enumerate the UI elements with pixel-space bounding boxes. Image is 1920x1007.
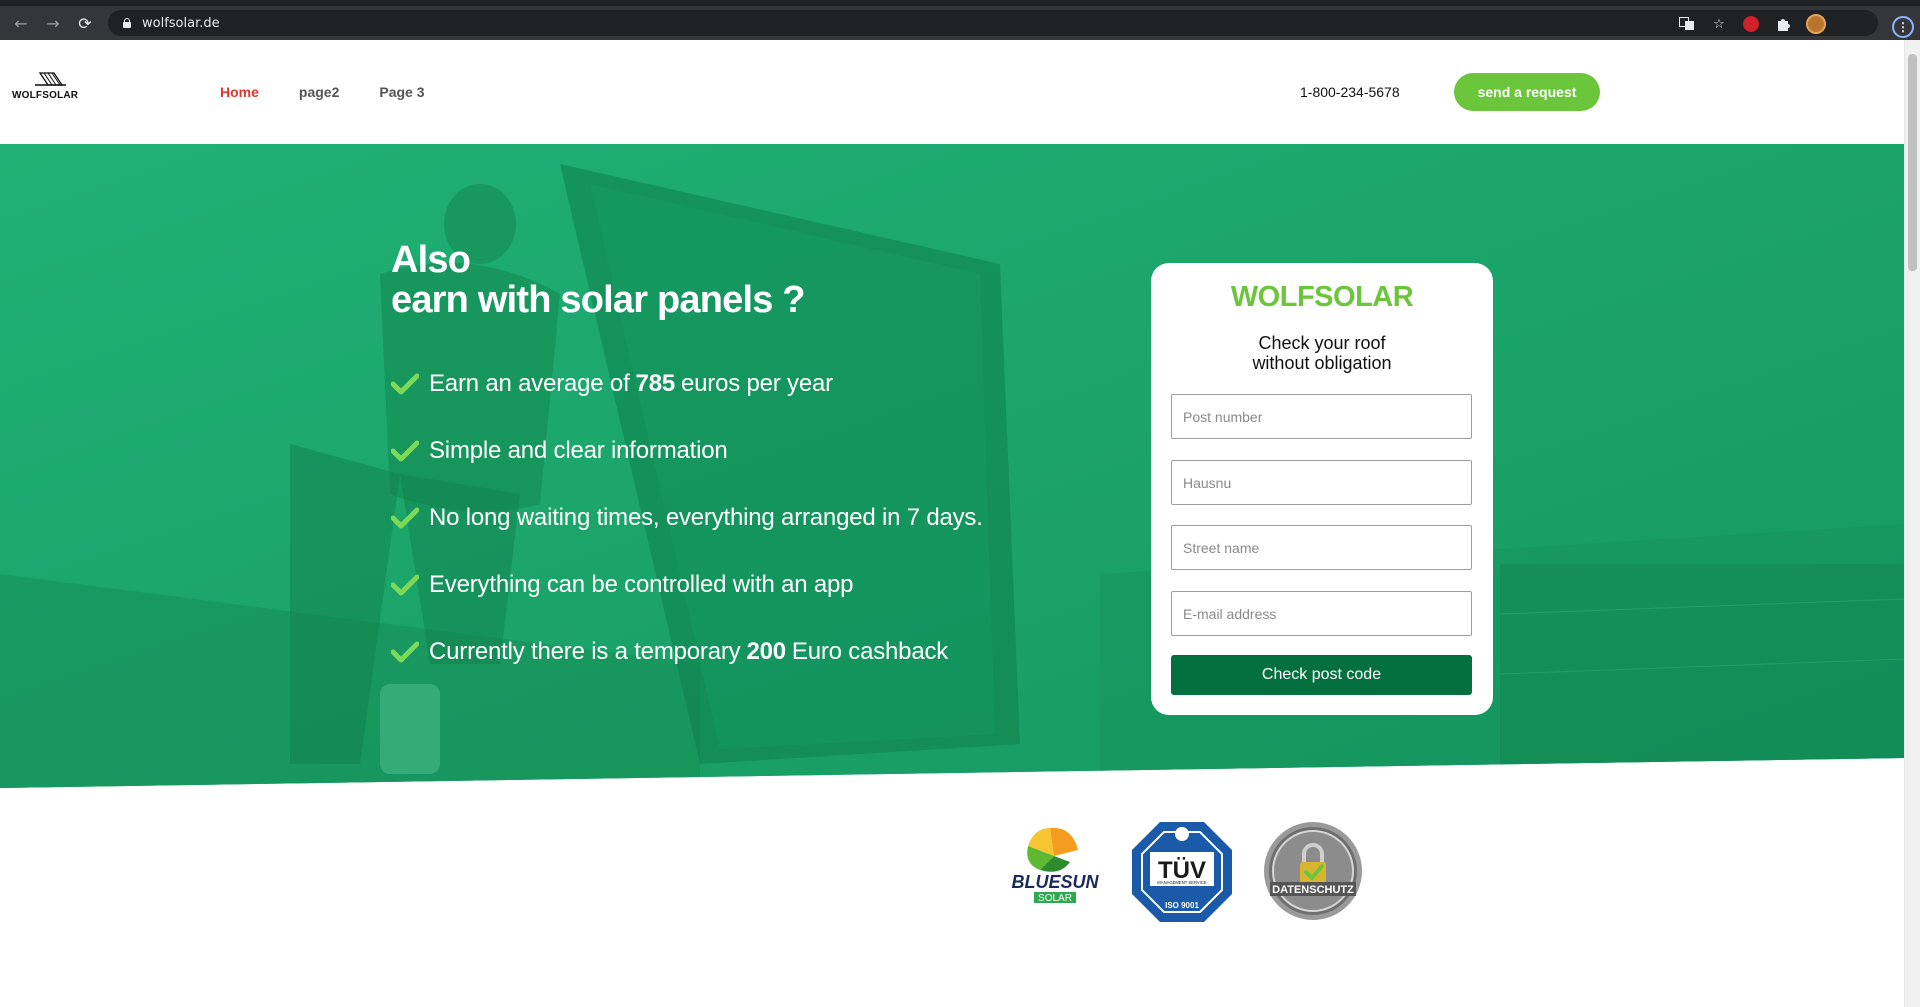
hero-title-line1: Also xyxy=(391,239,471,281)
profile-avatar[interactable] xyxy=(1806,14,1826,34)
feature-list: Earn an average of 785 euros per year Si… xyxy=(391,350,983,685)
hero-title-line2: earn with solar panels ? xyxy=(391,279,806,321)
feature-item: Currently there is a temporary 200 Euro … xyxy=(391,618,983,685)
form-subtitle-line2: without obligation xyxy=(1252,353,1392,373)
feature-text: Everything can be controlled with an app xyxy=(429,570,854,598)
feature-text: Simple and clear information xyxy=(429,436,728,464)
puzzle-icon[interactable] xyxy=(1774,15,1792,33)
feature-item: Earn an average of 785 euros per year xyxy=(391,350,983,417)
phone-number[interactable]: 1-800-234-5678 xyxy=(1300,84,1400,100)
checkmark-icon xyxy=(391,641,419,662)
back-arrow-icon[interactable]: ← xyxy=(10,12,32,34)
roof-check-form: WOLFSOLAR Check your roof without obliga… xyxy=(1151,263,1493,715)
feature-item: Everything can be controlled with an app xyxy=(391,551,983,618)
forward-arrow-icon[interactable]: → xyxy=(42,12,64,34)
scrollbar-thumb[interactable] xyxy=(1908,54,1917,271)
url-text[interactable]: wolfsolar.de xyxy=(142,16,220,31)
datenschutz-seal: DATENSCHUTZ xyxy=(1264,822,1362,920)
address-bar[interactable]: wolfsolar.de ☆ xyxy=(108,10,1878,36)
check-post-code-button[interactable]: Check post code xyxy=(1171,655,1472,695)
nav-home[interactable]: Home xyxy=(220,84,259,100)
page-scrollbar[interactable] xyxy=(1904,40,1920,1007)
logo-text: WOLFSOLAR xyxy=(12,90,79,101)
feature-highlight: 785 xyxy=(635,369,676,397)
feature-text: No long waiting times, everything arrang… xyxy=(429,503,983,531)
feature-text: Currently there is a temporary xyxy=(429,637,741,665)
reload-icon[interactable]: ⟳ xyxy=(74,12,96,34)
extension-icon[interactable] xyxy=(1742,15,1760,33)
translate-icon[interactable] xyxy=(1678,15,1696,33)
checkmark-icon xyxy=(391,574,419,595)
feature-text-suffix: euros per year xyxy=(681,369,833,397)
checkmark-icon xyxy=(391,373,419,394)
site-header: WOLFSOLAR Home page2 Page 3 1-800-234-56… xyxy=(0,40,1904,144)
web-page: WOLFSOLAR Home page2 Page 3 1-800-234-56… xyxy=(0,40,1904,1007)
tuv-iso-text: ISO 9001 xyxy=(1165,901,1199,910)
form-brand: WOLFSOLAR xyxy=(1230,281,1414,313)
lock-icon xyxy=(122,18,132,28)
bluesun-solar-logo: BLUESUN SOLAR xyxy=(1011,827,1099,904)
street-name-input[interactable] xyxy=(1171,525,1472,570)
checkmark-icon xyxy=(391,507,419,528)
solar-roof-logo-icon xyxy=(35,72,66,86)
bluesun-text: BLUESUN xyxy=(1011,872,1099,892)
email-input[interactable] xyxy=(1171,591,1472,636)
bluesun-solar-text: SOLAR xyxy=(1038,893,1072,904)
nav-page3[interactable]: Page 3 xyxy=(379,84,424,100)
nav-page2[interactable]: page2 xyxy=(299,84,339,100)
datenschutz-text: DATENSCHUTZ xyxy=(1272,884,1354,896)
feature-highlight: 200 xyxy=(746,637,786,665)
browser-toolbar: ← → ⟳ wolfsolar.de ☆ ⋮ xyxy=(0,6,1920,40)
main-nav: Home page2 Page 3 xyxy=(220,84,425,100)
star-icon[interactable]: ☆ xyxy=(1710,15,1728,33)
tuv-iso-badge: TÜV MANAGEMENT SERVICE ISO 9001 xyxy=(1132,822,1232,922)
feature-text: Earn an average of xyxy=(429,369,630,397)
tuv-service-text: MANAGEMENT SERVICE xyxy=(1157,880,1207,885)
site-logo[interactable]: WOLFSOLAR xyxy=(12,72,82,104)
feature-item: Simple and clear information xyxy=(391,417,983,484)
house-number-input[interactable] xyxy=(1171,460,1472,505)
feature-item: No long waiting times, everything arrang… xyxy=(391,484,983,551)
form-subtitle: Check your roof without obligation xyxy=(1151,333,1493,373)
form-subtitle-line1: Check your roof xyxy=(1258,333,1386,353)
hero-title: Also earn with solar panels ? xyxy=(391,239,806,321)
hero-section: Also earn with solar panels ? Earn an av… xyxy=(0,144,1904,788)
post-number-input[interactable] xyxy=(1171,394,1472,439)
send-request-button[interactable]: send a request xyxy=(1454,73,1600,111)
menu-icon[interactable]: ⋮ xyxy=(1892,16,1914,38)
checkmark-icon xyxy=(391,440,419,461)
feature-text-suffix: Euro cashback xyxy=(791,637,949,665)
